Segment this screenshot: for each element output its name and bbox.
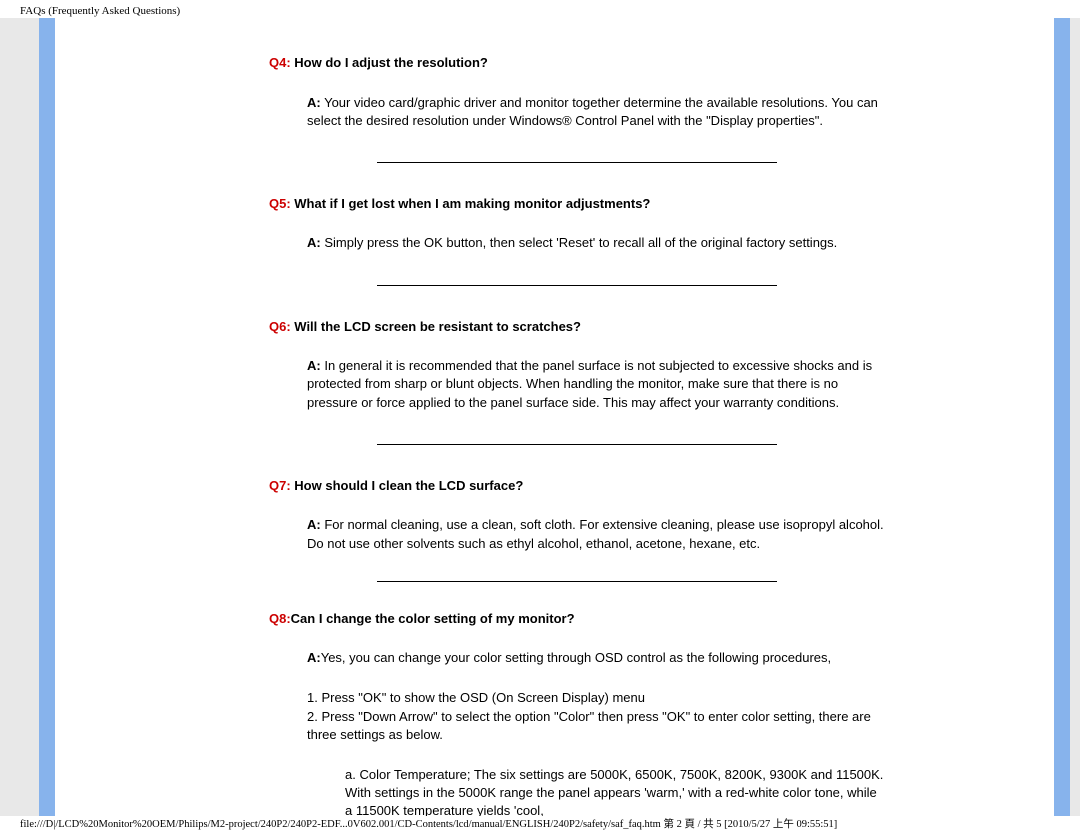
q-text: Will the LCD screen be resistant to scra…	[291, 319, 581, 334]
section-divider	[377, 162, 777, 163]
footer-file-path: file:///D|/LCD%20Monitor%20OEM/Philips/M…	[20, 816, 837, 831]
a-text: In general it is recommended that the pa…	[307, 358, 872, 409]
faq-sub-steps: a. Color Temperature; The six settings a…	[269, 766, 884, 816]
faq-answer: A: In general it is recommended that the…	[269, 357, 884, 412]
faq-content-area: Q4: How do I adjust the resolution? A: Y…	[269, 54, 884, 816]
faq-item-q8: Q8:Can I change the color setting of my …	[269, 610, 884, 816]
a-text: For normal cleaning, use a clean, soft c…	[307, 517, 884, 550]
a-label: A:	[307, 650, 321, 665]
faq-answer: A: Your video card/graphic driver and mo…	[269, 94, 884, 130]
faq-answer: A: Simply press the OK button, then sele…	[269, 234, 884, 252]
a-text: Your video card/graphic driver and monit…	[307, 95, 878, 128]
faq-item-q4: Q4: How do I adjust the resolution? A: Y…	[269, 54, 884, 130]
q-label: Q6:	[269, 319, 291, 334]
faq-item-q5: Q5: What if I get lost when I am making …	[269, 195, 884, 253]
q-text: How should I clean the LCD surface?	[291, 478, 524, 493]
faq-question: Q6: Will the LCD screen be resistant to …	[269, 318, 884, 336]
a-text: Simply press the OK button, then select …	[321, 235, 838, 250]
q-label: Q7:	[269, 478, 291, 493]
a-label: A:	[307, 235, 321, 250]
q-label: Q8:	[269, 611, 291, 626]
faq-steps: 1. Press "OK" to show the OSD (On Screen…	[269, 689, 884, 744]
section-divider	[377, 444, 777, 445]
section-divider	[377, 285, 777, 286]
a-label: A:	[307, 95, 321, 110]
q-label: Q4:	[269, 55, 291, 70]
faq-item-q6: Q6: Will the LCD screen be resistant to …	[269, 318, 884, 412]
faq-question: Q5: What if I get lost when I am making …	[269, 195, 884, 213]
q-label: Q5:	[269, 196, 291, 211]
section-divider	[377, 581, 777, 582]
faq-question: Q4: How do I adjust the resolution?	[269, 54, 884, 72]
page-header-title: FAQs (Frequently Asked Questions)	[20, 5, 180, 17]
a-label: A:	[307, 517, 321, 532]
faq-question: Q7: How should I clean the LCD surface?	[269, 477, 884, 495]
left-margin-stripe	[39, 18, 55, 816]
q-text: How do I adjust the resolution?	[291, 55, 488, 70]
document-frame: Q4: How do I adjust the resolution? A: Y…	[0, 18, 1080, 816]
faq-answer: A: For normal cleaning, use a clean, sof…	[269, 516, 884, 552]
a-text: Yes, you can change your color setting t…	[321, 650, 831, 665]
a-label: A:	[307, 358, 321, 373]
q-text: Can I change the color setting of my mon…	[291, 611, 575, 626]
right-margin-stripe	[1054, 18, 1070, 816]
faq-answer: A:Yes, you can change your color setting…	[269, 649, 884, 667]
faq-item-q7: Q7: How should I clean the LCD surface? …	[269, 477, 884, 553]
document-page: Q4: How do I adjust the resolution? A: Y…	[55, 18, 1054, 816]
faq-question: Q8:Can I change the color setting of my …	[269, 610, 884, 628]
q-text: What if I get lost when I am making moni…	[291, 196, 651, 211]
